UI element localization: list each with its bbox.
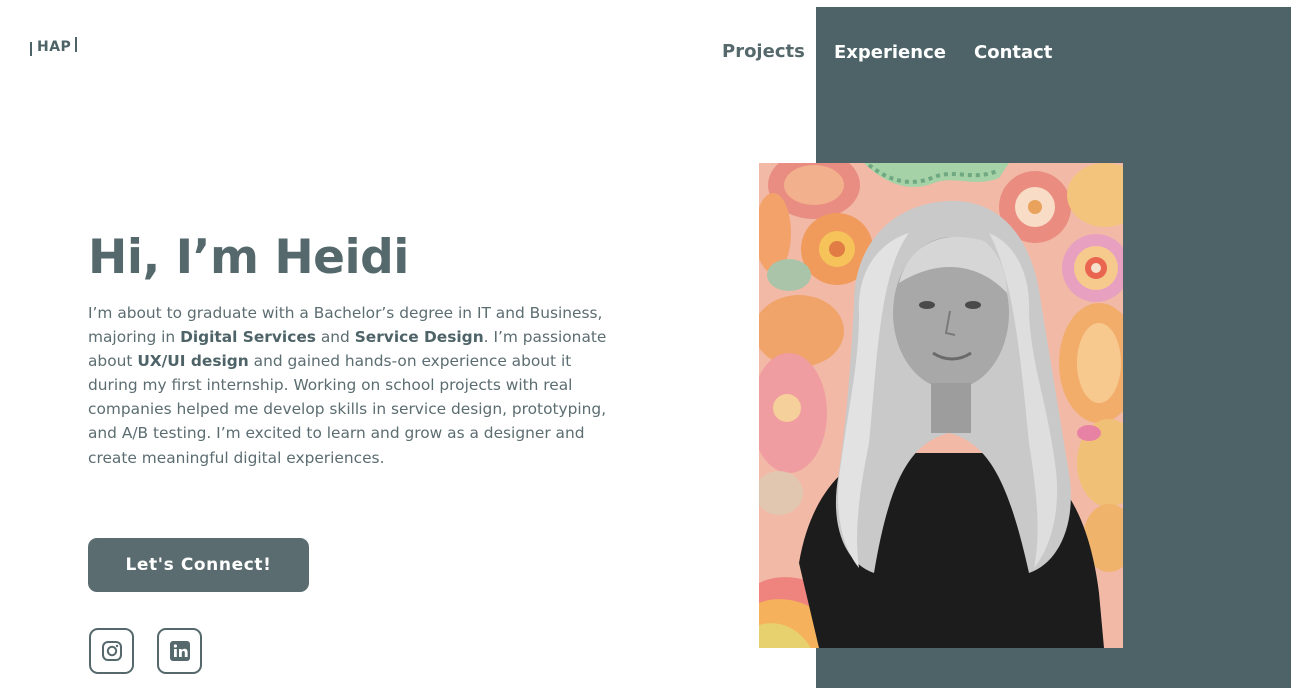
instagram-icon [101,641,122,661]
profile-photo [759,163,1123,648]
hero-bio: I’m about to graduate with a Bachelor’s … [88,304,607,467]
nav-experience[interactable]: Experience [834,42,946,63]
hero-headline: Hi, I’m Heidi [88,230,409,285]
nav-projects[interactable]: Projects [722,41,805,62]
nav-contact[interactable]: Contact [974,42,1052,63]
bio-highlight-service-design: Service Design [354,328,484,347]
instagram-link[interactable] [89,628,134,674]
bio-highlight-uxui-design: UX/UI design [137,352,249,371]
logo-bar-right [75,37,78,52]
logo-bar-left [30,42,32,56]
linkedin-icon [169,641,190,661]
site-logo[interactable]: HAP [30,37,78,56]
lets-connect-button[interactable]: Let's Connect! [88,538,309,592]
bio-highlight-digital-services: Digital Services [180,328,316,347]
logo-text: HAP [37,38,72,55]
linkedin-link[interactable] [157,628,202,674]
